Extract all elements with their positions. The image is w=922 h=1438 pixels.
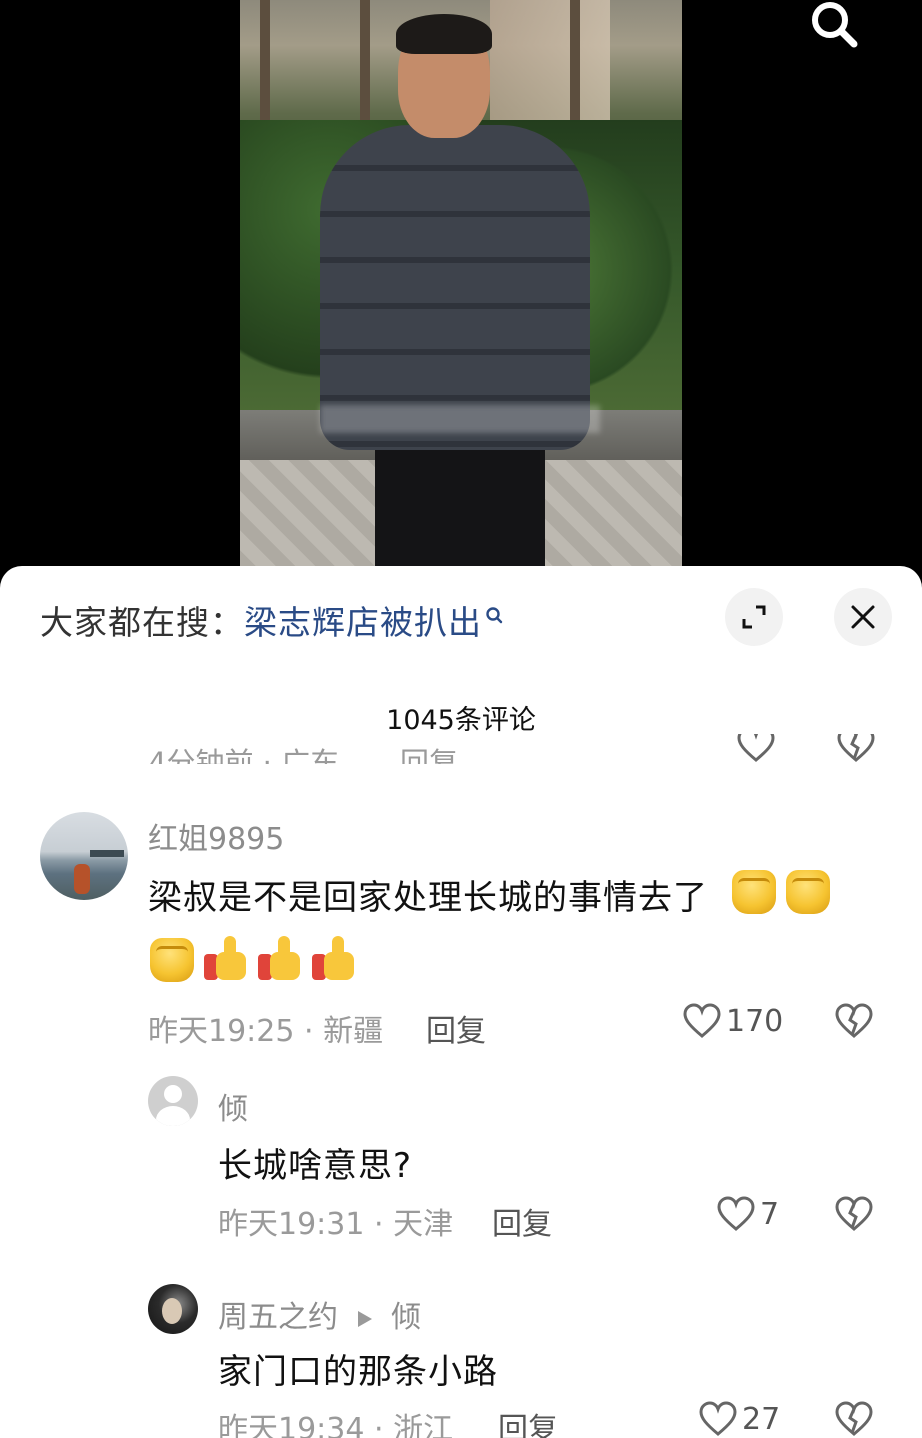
heart-icon	[717, 1196, 755, 1231]
hot-search-bar[interactable]: 大家都在搜：梁志辉店被扒出	[40, 596, 504, 644]
close-icon	[851, 605, 875, 629]
reply-meta: 昨天19:34 · 浙江	[218, 1412, 454, 1438]
avatar-boat	[90, 850, 124, 857]
clipped-previous-comment-row: 4分钟前 · 广东 回复	[148, 734, 888, 764]
background-tree	[570, 0, 580, 125]
search-icon[interactable]	[800, 0, 866, 54]
avatar-placeholder-body	[156, 1106, 190, 1126]
thumbs-up-emoji-icon	[258, 936, 302, 980]
comment-count: 1045条评论	[386, 705, 536, 736]
heart-icon	[699, 1401, 737, 1436]
reply-meta: 昨天19:31 · 天津	[218, 1207, 454, 1242]
heart-icon[interactable]	[736, 734, 776, 764]
avatar-placeholder-head	[164, 1085, 182, 1103]
background-building	[490, 0, 610, 120]
reply-text: 长城啥意思?	[218, 1146, 413, 1186]
like-count: 170	[726, 1003, 784, 1039]
person-legs	[375, 440, 545, 570]
reply-to-username[interactable]: 倾	[391, 1300, 421, 1335]
expand-button[interactable]	[725, 588, 783, 646]
comment-sheet: 大家都在搜：梁志辉店被扒出 1045条评论 4分钟前 · 广东 回复 红姐989…	[0, 566, 922, 1438]
like-button[interactable]: 27	[698, 1400, 780, 1438]
blurred-subtitle	[320, 405, 600, 433]
thumbs-up-emoji-icon	[312, 936, 356, 980]
expand-icon	[742, 605, 766, 629]
background-tree	[360, 0, 370, 125]
reply-arrow-icon	[357, 1310, 372, 1327]
fist-emoji-icon	[150, 938, 194, 982]
reply-button[interactable]: 回复	[492, 1199, 552, 1243]
like-button[interactable]: 170	[682, 1002, 783, 1040]
reply-text: 家门口的那条小路	[218, 1352, 498, 1392]
like-count: 7	[760, 1196, 780, 1232]
avatar-face	[162, 1298, 182, 1324]
heart-icon	[683, 1003, 721, 1038]
comment-meta: 4分钟前 · 广东	[148, 746, 340, 764]
person-hair	[396, 14, 492, 54]
avatar[interactable]	[148, 1076, 198, 1126]
thumbs-up-emoji-icon	[204, 936, 248, 980]
like-count: 27	[742, 1401, 781, 1437]
reply-button[interactable]: 回复	[426, 1006, 486, 1050]
hot-search-prefix: 大家都在搜：	[40, 603, 244, 642]
avatar-figure	[74, 864, 90, 894]
broken-heart-icon[interactable]	[834, 1400, 874, 1438]
comment-username[interactable]: 红姐9895	[148, 814, 284, 858]
reply-username[interactable]: 倾	[218, 1084, 248, 1128]
close-button[interactable]	[834, 588, 892, 646]
reply-username-line: 周五之约 倾	[218, 1292, 421, 1336]
reply-button[interactable]: 回复	[400, 740, 458, 764]
video-player[interactable]	[0, 0, 922, 600]
comment-text: 梁叔是不是回家处理长城的事情去了	[148, 878, 708, 918]
video-frame[interactable]	[240, 0, 682, 570]
broken-heart-icon[interactable]	[834, 1002, 874, 1040]
like-button[interactable]: 7	[716, 1195, 779, 1233]
avatar[interactable]	[148, 1284, 198, 1334]
broken-heart-icon[interactable]	[836, 734, 876, 764]
search-small-icon	[484, 596, 504, 635]
person-jacket	[320, 125, 590, 450]
reply-button[interactable]: 回复	[498, 1404, 558, 1438]
avatar[interactable]	[40, 812, 128, 900]
fist-emoji-icon	[732, 870, 776, 914]
background-tree	[260, 0, 270, 125]
reply-username[interactable]: 周五之约	[218, 1300, 338, 1335]
broken-heart-icon[interactable]	[834, 1195, 874, 1233]
comment-meta: 昨天19:25 · 新疆	[148, 1014, 384, 1049]
hot-search-term[interactable]: 梁志辉店被扒出	[244, 603, 482, 642]
fist-emoji-icon	[786, 870, 830, 914]
